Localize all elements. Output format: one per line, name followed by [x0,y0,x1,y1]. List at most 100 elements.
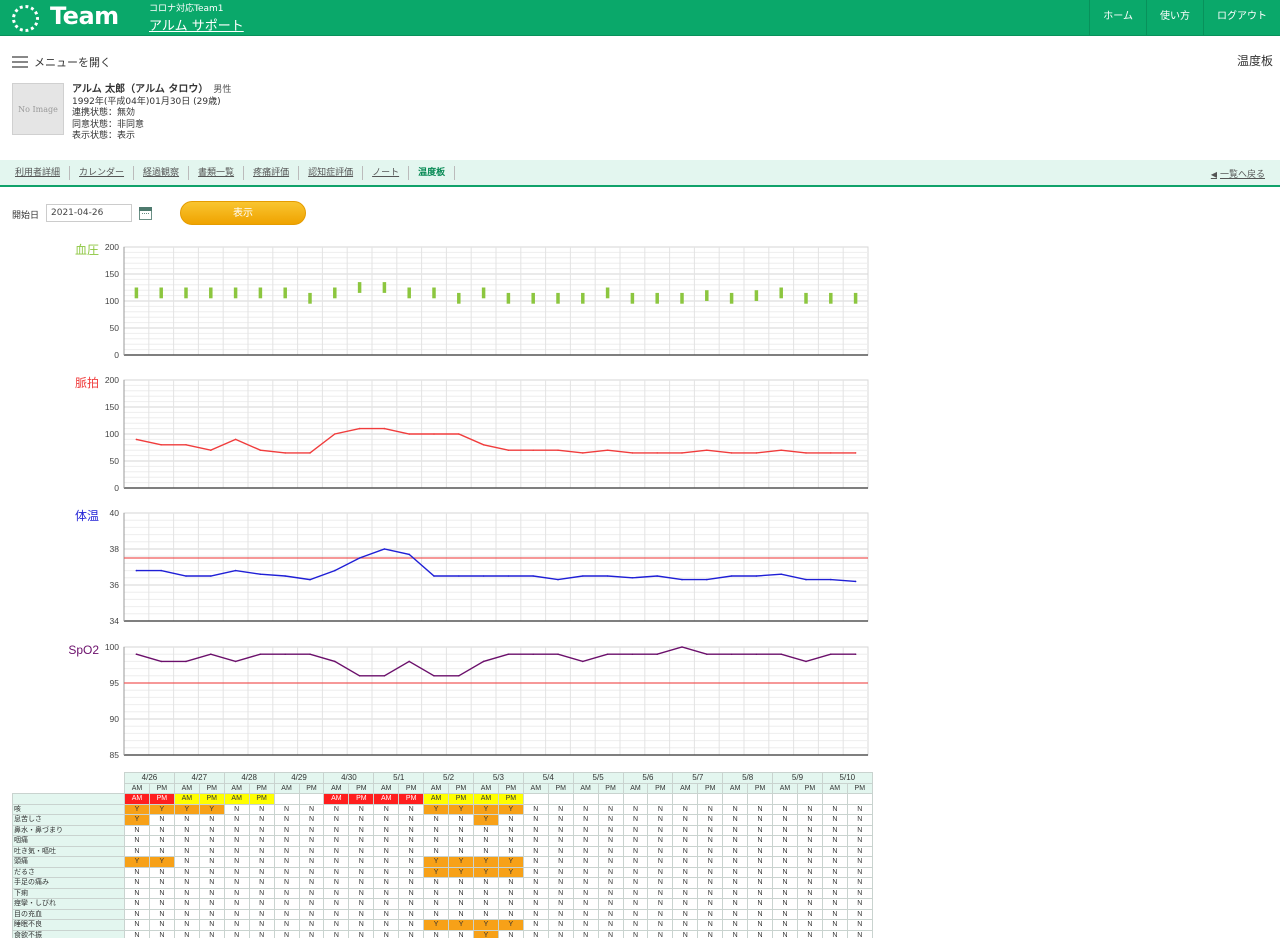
symptom-cell: N [248,887,275,899]
tab-calendar[interactable]: カレンダー [70,166,135,180]
period-header: AM [522,782,549,794]
symptom-label: 手足の痛み [12,877,125,889]
logo-ring-icon [12,5,39,32]
symptom-cell: N [148,929,175,938]
symptom-cell: N [722,835,749,847]
symptom-cell: N [423,887,450,899]
symptom-cell: N [124,898,150,910]
symptom-cell: N [747,929,774,938]
symptom-cell: N [622,929,649,938]
period-color-label [12,793,125,805]
symptom-cell: Y [423,866,450,878]
symptom-cell: N [522,824,549,836]
symptom-cell: N [572,856,599,868]
tab-documents[interactable]: 書類一覧 [189,166,245,180]
tab-temperature-board[interactable]: 温度板 [409,166,456,180]
nav-home[interactable]: ホーム [1089,0,1146,36]
pulse-point [681,452,683,454]
table-row: 目の充血NNNNNNNNNNNNNNNNNNNNNNNNNNNNNNNNNNNN… [12,908,873,920]
blood-pressure-tick-label: 50 [110,323,120,333]
symptom-cell: N [423,898,450,910]
pulse-tick-label: 100 [105,429,119,439]
blood-pressure-tick-label: 200 [105,242,119,252]
day-header: 5/7 [672,772,724,784]
day-header: 5/5 [572,772,624,784]
symptom-cell: N [622,803,649,815]
period-header: PM [248,782,275,794]
symptom-cell: N [747,887,774,899]
symptom-cell: N [124,835,150,847]
team-name-link[interactable]: アルム サポート [149,15,244,34]
period-status-cell: PM [198,793,225,805]
tab-user-detail[interactable]: 利用者詳細 [6,166,71,180]
show-button[interactable]: 表示 [180,201,306,225]
body-temp-point [631,577,634,579]
symptom-cell: N [572,845,599,857]
symptom-cell: N [497,824,524,836]
period-status-cell [647,793,674,805]
tab-observation[interactable]: 経過観察 [134,166,190,180]
symptom-cell: N [547,919,574,931]
symptom-cell: N [398,908,425,920]
period-status-cell: PM [497,793,524,805]
tab-dementia-eval[interactable]: 認知症評価 [299,166,364,180]
symptom-cell: N [348,877,375,889]
calendar-icon[interactable] [139,207,152,220]
symptom-cell: Y [423,856,450,868]
symptom-cell: N [722,866,749,878]
symptom-cell: N [522,866,549,878]
tab-pain-eval[interactable]: 疼痛評価 [244,166,300,180]
symptom-cell: N [772,898,798,910]
pulse-point [334,433,336,435]
symptom-cell: N [348,887,375,899]
body-temp-point [606,575,609,577]
symptom-cell: N [796,908,823,920]
symptom-cell: N [547,877,574,889]
symptom-cell: N [821,898,848,910]
symptom-cell: N [697,845,724,857]
menu-open-button[interactable]: メニューを開く [12,53,111,71]
symptom-cell: N [323,877,350,889]
period-status-cell: AM [173,793,200,805]
symptom-cell: N [622,845,649,857]
tab-notes[interactable]: ノート [363,166,410,180]
symptom-cell: N [273,919,300,931]
symptom-cell: N [572,866,599,878]
symptom-cell: N [846,845,873,857]
symptom-cell: N [398,803,425,815]
symptom-cell: N [821,887,848,899]
symptom-cell: N [248,877,275,889]
symptom-cell: N [398,845,425,857]
period-header: AM [323,782,350,794]
symptom-cell: N [747,824,774,836]
period-header: PM [846,782,873,794]
symptom-cell: N [148,919,175,931]
nav-logout[interactable]: ログアウト [1203,0,1280,36]
team-logo[interactable]: Team [12,2,132,32]
symptom-cell: N [796,824,823,836]
symptom-cell: N [198,919,225,931]
nav-usage[interactable]: 使い方 [1146,0,1203,36]
symptom-cell: N [173,824,200,836]
blood-pressure-bar [630,292,635,304]
symptom-cell: N [796,887,823,899]
period-status-cell: AM [323,793,350,805]
symptom-cell: N [148,845,175,857]
symptom-cell: N [572,908,599,920]
pulse-point [532,449,534,451]
period-status-cell: AM [472,793,499,805]
spo2-point [780,653,782,655]
symptom-cell: N [572,814,599,826]
pulse-point [284,452,287,454]
symptom-cell: N [423,929,450,938]
period-header: AM [622,782,649,794]
back-to-list-link[interactable]: ◀ 一覧へ戻る [1211,167,1265,180]
symptom-cell: N [148,908,175,920]
symptom-cell: Y [497,803,524,815]
start-date-input[interactable]: 2021-04-26 [46,204,132,222]
spo2-point [185,660,187,663]
table-row: だるさNNNNNNNNNNNNYYYYNNNNNNNNNNNNNNNYNNNNN… [12,866,873,878]
symptom-cell: N [273,877,300,889]
symptom-cell: N [846,919,873,931]
body-temp-point [532,575,534,577]
